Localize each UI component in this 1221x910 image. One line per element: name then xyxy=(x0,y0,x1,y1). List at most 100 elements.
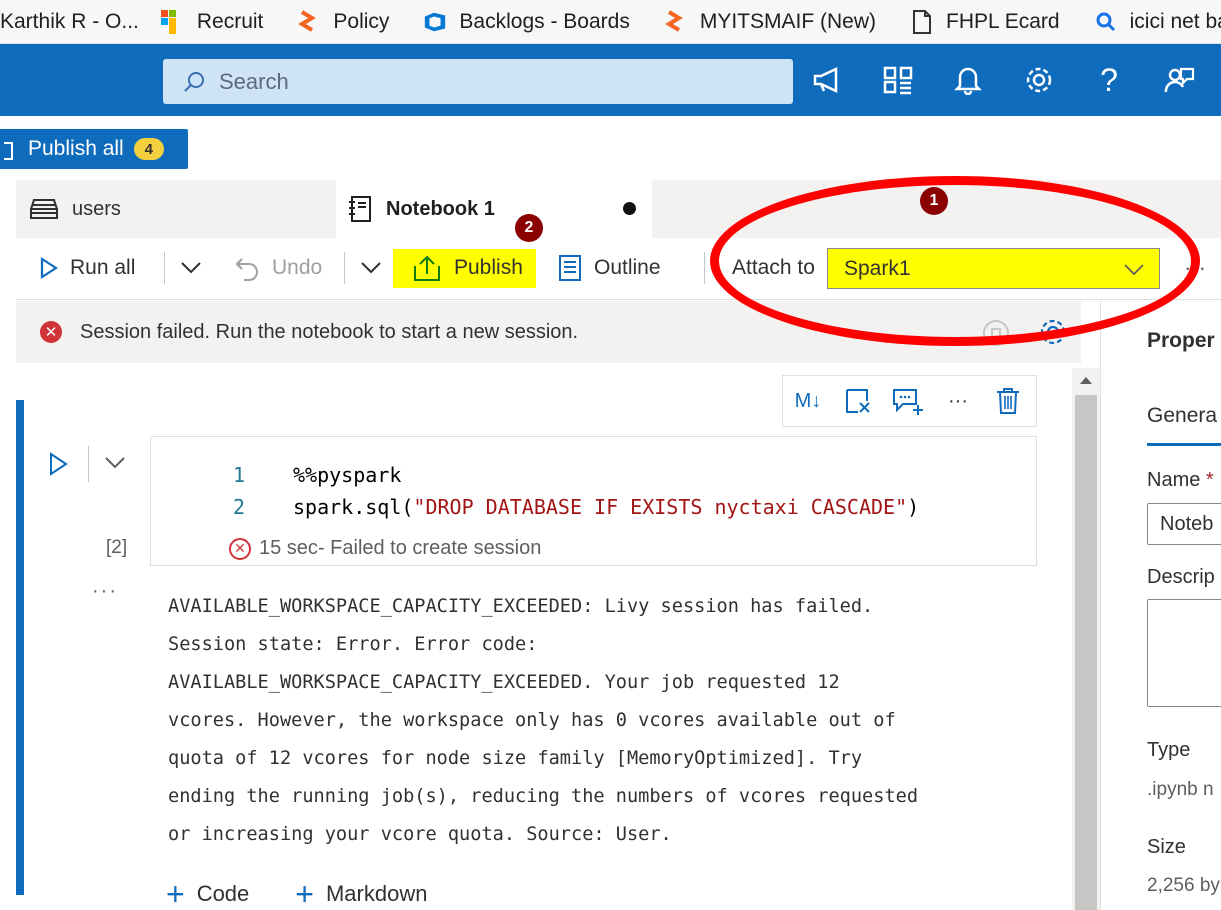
comment-add-icon xyxy=(892,387,924,415)
toolbar-divider xyxy=(164,252,165,284)
tab-users[interactable]: users xyxy=(16,180,334,238)
status-time: 15 sec xyxy=(259,537,318,559)
run-cell-button[interactable] xyxy=(48,452,68,481)
bookmark-label: MYITSMAIF (New) xyxy=(699,9,877,33)
bookmark-fhpl[interactable]: FHPL Ecard xyxy=(910,0,1060,43)
clear-output-icon xyxy=(844,387,872,415)
servicenow-icon xyxy=(664,9,688,34)
banner-message: Session failed. Run the notebook to star… xyxy=(80,320,579,343)
size-value: 2,256 by xyxy=(1147,875,1220,896)
play-icon xyxy=(40,257,58,279)
cell-status: ✕ 15 sec - Failed to create session xyxy=(229,537,541,560)
cell-output: AVAILABLE_WORKSPACE_CAPACITY_EXCEEDED: L… xyxy=(168,596,919,845)
directory-switch-icon[interactable] xyxy=(880,62,916,98)
outline-button[interactable]: Outline xyxy=(558,248,661,288)
tab-label: users xyxy=(72,197,121,220)
publish-all-button[interactable]: Publish all 4 xyxy=(0,129,188,169)
add-code-cell-button[interactable]: + Code xyxy=(166,878,249,910)
bookmark-backlogs[interactable]: Backlogs - Boards xyxy=(423,0,630,43)
gear-icon[interactable] xyxy=(1021,62,1057,98)
status-message: - Failed to create session xyxy=(317,537,542,559)
bookmark-label: icici net bar xyxy=(1129,9,1221,33)
line-number: 2 xyxy=(233,495,246,519)
clear-output-button[interactable] xyxy=(833,387,883,415)
bookmark-icici[interactable]: icici net bar xyxy=(1094,0,1221,43)
properties-panel: Proper Genera Name * Noteb Descrip Type … xyxy=(1100,301,1221,910)
bookmark-label: Backlogs - Boards xyxy=(459,9,630,33)
description-field[interactable] xyxy=(1147,599,1221,707)
code-text: spark.sql("DROP DATABASE IF EXISTS nycta… xyxy=(293,495,919,519)
cell-run-options[interactable] xyxy=(104,456,126,475)
bookmark-label: Policy xyxy=(333,9,390,33)
publish-icon xyxy=(412,254,442,282)
annotation-marker-1: 1 xyxy=(920,187,948,215)
bookmark-label: FHPL Ecard xyxy=(946,9,1060,33)
cell-toolbar: M↓ ··· xyxy=(782,375,1037,427)
convert-markdown-button[interactable]: M↓ xyxy=(783,390,833,413)
undo-icon xyxy=(234,255,260,281)
scrollbar-thumb[interactable] xyxy=(1075,395,1097,910)
undo-label: Undo xyxy=(272,256,323,279)
add-markdown-cell-button[interactable]: + Markdown xyxy=(295,878,427,910)
cell-more-button[interactable]: ··· xyxy=(933,390,983,413)
execution-count: [2] xyxy=(106,537,128,558)
bookmark-recruit[interactable]: Recruit xyxy=(160,0,264,43)
size-label: Size xyxy=(1147,836,1186,858)
bookmark-policy[interactable]: Policy xyxy=(297,0,390,43)
bell-icon[interactable] xyxy=(950,62,986,98)
bookmark-label: Recruit xyxy=(196,9,264,33)
add-comment-button[interactable] xyxy=(883,387,933,415)
tab-notebook-1[interactable]: Notebook 1 xyxy=(336,180,652,238)
output-menu[interactable]: ··· xyxy=(92,580,118,603)
tab-label: Notebook 1 xyxy=(386,197,495,220)
annotation-ellipse xyxy=(710,176,1200,346)
tab-general[interactable]: Genera xyxy=(1147,404,1217,428)
toolbar-divider xyxy=(344,252,345,284)
bookmark-myitsmaif[interactable]: MYITSMAIF (New) xyxy=(664,0,877,43)
megaphone-icon[interactable] xyxy=(810,62,846,98)
annotation-marker-2: 2 xyxy=(515,214,543,242)
chevron-down-icon xyxy=(180,261,202,275)
type-value: .ipynb n xyxy=(1147,779,1214,800)
ellipsis-icon: ··· xyxy=(948,389,968,412)
delete-cell-button[interactable] xyxy=(983,387,1033,415)
failed-icon: ✕ xyxy=(229,537,251,560)
run-all-label: Run all xyxy=(70,256,136,279)
screenshot-root: Karthik R - O... Recruit Policy Backlogs… xyxy=(0,0,1221,910)
plus-icon: + xyxy=(166,876,185,910)
publish-button[interactable]: Publish xyxy=(412,248,523,288)
run-options-dropdown[interactable] xyxy=(180,248,202,288)
type-label: Type xyxy=(1147,739,1191,761)
search-input[interactable]: Search xyxy=(163,59,793,104)
plus-icon: + xyxy=(295,876,314,910)
publish-all-label: Publish all xyxy=(28,137,124,160)
feedback-icon[interactable] xyxy=(1161,62,1197,98)
publish-label: Publish xyxy=(454,256,523,279)
publish-all-icon xyxy=(4,137,16,161)
search-placeholder: Search xyxy=(219,68,289,94)
toolbar-divider xyxy=(704,252,705,284)
code-prefix: spark.sql( xyxy=(293,495,414,519)
code-editor[interactable]: 1 %%pyspark 2 spark.sql("DROP DATABASE I… xyxy=(150,436,1037,566)
add-cell-buttons: + Code + Markdown xyxy=(166,878,473,910)
name-label: Name * xyxy=(1147,469,1214,492)
table-icon xyxy=(30,198,58,220)
document-icon xyxy=(910,9,934,34)
active-tab-indicator xyxy=(1147,443,1221,446)
recruit-icon xyxy=(160,9,185,34)
undo-options-dropdown[interactable] xyxy=(360,248,382,288)
run-all-button[interactable]: Run all xyxy=(40,248,135,288)
code-text: %%pyspark xyxy=(293,463,402,487)
add-markdown-label: Markdown xyxy=(325,881,428,906)
scroll-up-arrow[interactable] xyxy=(1079,372,1093,390)
line-number: 1 xyxy=(233,463,246,487)
name-field[interactable]: Noteb xyxy=(1147,503,1221,545)
search-icon xyxy=(183,71,219,93)
required-marker: * xyxy=(1205,469,1214,491)
trash-icon xyxy=(996,387,1020,415)
code-string: "DROP DATABASE IF EXISTS nyctaxi CASCADE… xyxy=(413,495,908,519)
undo-button[interactable]: Undo xyxy=(234,248,322,288)
bookmark-outlook[interactable]: Karthik R - O... xyxy=(0,0,139,43)
help-icon[interactable]: ? xyxy=(1091,62,1127,98)
pending-changes-badge: 4 xyxy=(133,138,164,160)
